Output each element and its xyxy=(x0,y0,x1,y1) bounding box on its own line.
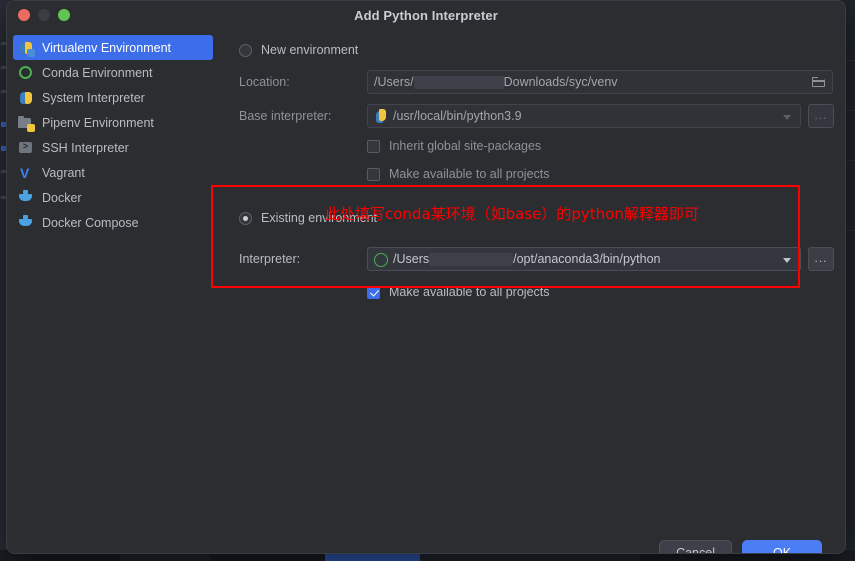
cancel-button[interactable]: Cancel xyxy=(659,539,732,553)
new-make-available-all-projects-label: Make available to all projects xyxy=(389,167,550,181)
inherit-site-packages-label: Inherit global site-packages xyxy=(389,139,542,153)
pipenv-folder-icon xyxy=(18,115,35,132)
base-interpreter-browse-button[interactable]: ... xyxy=(808,104,834,128)
base-interpreter-row: Base interpreter: /usr/local/bin/python3… xyxy=(219,103,845,129)
new-environment-radio[interactable] xyxy=(239,43,252,57)
sidebar-item-label: Pipenv Environment xyxy=(42,115,154,130)
add-python-interpreter-dialog: Add Python Interpreter Virtualenv Enviro… xyxy=(6,0,846,554)
interpreter-row: Interpreter: /Users /opt/anaconda3/bin/p… xyxy=(219,246,845,272)
existing-environment-radio-row[interactable]: Existing environment xyxy=(219,207,845,229)
python-icon xyxy=(374,109,388,123)
existing-environment-radio[interactable] xyxy=(239,211,252,225)
interpreter-label: Interpreter: xyxy=(239,252,301,266)
existing-make-available-all-projects-row[interactable]: Make available to all projects xyxy=(219,281,845,303)
base-interpreter-label: Base interpreter: xyxy=(239,109,332,123)
sidebar-item-label: SSH Interpreter xyxy=(42,140,129,155)
vagrant-icon: V xyxy=(20,164,30,181)
existing-make-available-all-projects-label: Make available to all projects xyxy=(389,285,550,299)
window-controls[interactable] xyxy=(18,9,70,21)
python-icon xyxy=(18,90,34,106)
base-interpreter-dropdown[interactable]: /usr/local/bin/python3.9 xyxy=(367,104,801,128)
location-label: Location: xyxy=(239,75,290,89)
conda-ring-icon xyxy=(374,252,388,267)
ok-button[interactable]: OK xyxy=(742,539,822,553)
sidebar-item-docker[interactable]: Docker xyxy=(7,185,219,210)
interpreter-value-prefix: /Users xyxy=(393,252,430,266)
docker-compose-icon xyxy=(18,214,34,231)
location-value-prefix: /Users/ xyxy=(374,75,414,89)
sidebar-item-conda-environment[interactable]: Conda Environment xyxy=(7,60,219,85)
zoom-button[interactable] xyxy=(58,9,70,21)
chevron-down-icon[interactable] xyxy=(783,115,791,120)
existing-make-available-all-projects-checkbox[interactable] xyxy=(367,285,380,299)
base-interpreter-value: /usr/local/bin/python3.9 xyxy=(393,109,522,123)
minimize-button[interactable] xyxy=(38,9,50,21)
sidebar-item-pipenv-environment[interactable]: Pipenv Environment xyxy=(7,110,219,135)
existing-environment-label: Existing environment xyxy=(261,211,378,225)
folder-open-icon[interactable] xyxy=(812,77,825,88)
chevron-down-icon[interactable] xyxy=(783,258,791,263)
window-title: Add Python Interpreter xyxy=(354,7,498,23)
location-redacted-username xyxy=(413,75,504,89)
location-row: Location: /Users/ Downloads/syc/venv xyxy=(219,69,845,95)
interpreter-options-pane: New environment Location: /Users/ Downlo… xyxy=(219,29,845,523)
new-environment-label: New environment xyxy=(261,43,359,57)
sidebar-item-label: Vagrant xyxy=(42,165,85,180)
interpreter-redacted-username xyxy=(429,252,514,266)
sidebar-item-label: Virtualenv Environment xyxy=(42,40,172,55)
conda-ring-icon xyxy=(18,65,34,81)
sidebar-item-ssh-interpreter[interactable]: > SSH Interpreter xyxy=(7,135,219,160)
sidebar-item-system-interpreter[interactable]: System Interpreter xyxy=(7,85,219,110)
location-value-suffix: Downloads/syc/venv xyxy=(503,75,618,89)
interpreter-value-suffix: /opt/anaconda3/bin/python xyxy=(513,252,661,266)
sidebar-item-docker-compose[interactable]: Docker Compose xyxy=(7,210,219,235)
environment-type-list[interactable]: Virtualenv Environment Conda Environment… xyxy=(7,29,219,523)
window-titlebar: Add Python Interpreter xyxy=(7,1,845,29)
sidebar-item-virtualenv-environment[interactable]: Virtualenv Environment xyxy=(13,35,213,60)
close-button[interactable] xyxy=(18,9,30,21)
new-environment-radio-row[interactable]: New environment xyxy=(219,39,845,61)
interpreter-browse-button[interactable]: ... xyxy=(808,247,834,271)
sidebar-item-label: Conda Environment xyxy=(42,65,153,80)
dialog-footer: Cancel OK xyxy=(7,523,845,553)
inherit-site-packages-row[interactable]: Inherit global site-packages xyxy=(219,135,845,157)
new-make-available-all-projects-row[interactable]: Make available to all projects xyxy=(219,163,845,185)
sidebar-item-vagrant[interactable]: V Vagrant xyxy=(7,160,219,185)
interpreter-dropdown[interactable]: /Users /opt/anaconda3/bin/python xyxy=(367,247,801,271)
docker-whale-icon xyxy=(18,189,34,206)
sidebar-item-label: Docker xyxy=(42,190,82,205)
new-make-available-all-projects-checkbox[interactable] xyxy=(367,167,380,181)
dialog-body: Virtualenv Environment Conda Environment… xyxy=(7,29,845,523)
inherit-site-packages-checkbox[interactable] xyxy=(367,139,380,153)
sidebar-item-label: System Interpreter xyxy=(42,90,145,105)
ssh-terminal-icon: > xyxy=(18,140,34,156)
python-venv-icon xyxy=(18,40,35,57)
location-input[interactable]: /Users/ Downloads/syc/venv xyxy=(367,70,833,94)
sidebar-item-label: Docker Compose xyxy=(42,215,139,230)
